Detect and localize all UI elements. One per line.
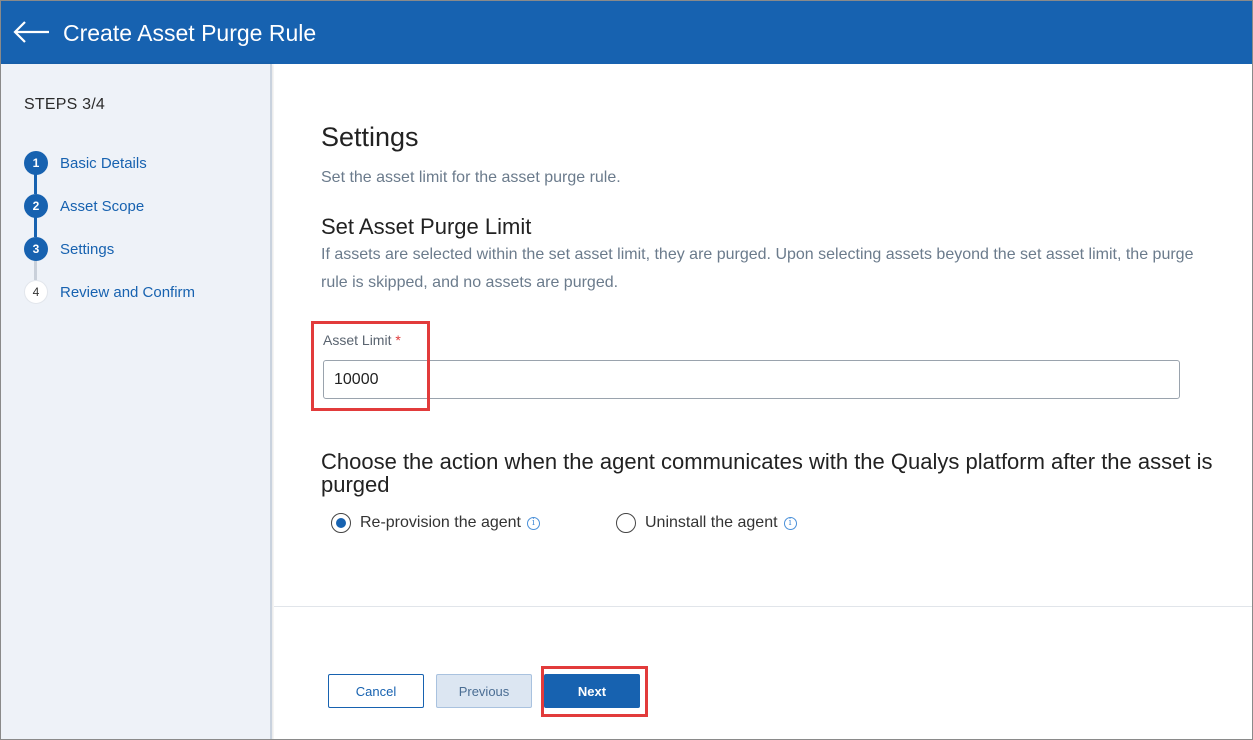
asset-limit-input[interactable] (323, 360, 1180, 399)
main-content: Settings Set the asset limit for the ass… (274, 64, 1252, 739)
step-connector (34, 217, 37, 237)
step-settings[interactable]: 3 Settings (24, 237, 114, 261)
reprovision-radio[interactable] (331, 513, 351, 533)
step-label: Review and Confirm (60, 283, 196, 301)
next-button[interactable]: Next (544, 674, 640, 708)
step-connector (34, 174, 37, 194)
asset-limit-label: Asset Limit * (323, 332, 401, 348)
previous-button[interactable]: Previous (436, 674, 532, 708)
section-heading: Settings (321, 122, 419, 152)
section-subheading: Set the asset limit for the asset purge … (321, 169, 621, 186)
reprovision-label: Re-provision the agent (360, 514, 521, 531)
uninstall-option[interactable]: Uninstall the agent i (616, 512, 797, 534)
step-review-and-confirm[interactable]: 4 Review and Confirm (24, 280, 195, 304)
app-frame: Create Asset Purge Rule STEPS 3/4 1 Basi… (0, 0, 1253, 740)
cancel-button[interactable]: Cancel (328, 674, 424, 708)
step-connector (34, 260, 37, 280)
step-number-badge: 2 (24, 194, 48, 218)
radio-selected-dot (336, 518, 346, 528)
asset-limit-label-text: Asset Limit (323, 332, 392, 348)
step-number-badge: 4 (24, 280, 48, 304)
step-number-badge: 1 (24, 151, 48, 175)
step-asset-scope[interactable]: 2 Asset Scope (24, 194, 144, 218)
action-heading: Choose the action when the agent communi… (321, 449, 1213, 497)
step-label: Basic Details (60, 154, 147, 172)
step-label: Settings (60, 240, 115, 258)
page-title: Create Asset Purge Rule (63, 20, 317, 46)
uninstall-label: Uninstall the agent (645, 514, 778, 531)
steps-sidebar: STEPS 3/4 1 Basic Details 2 Asset Scope … (1, 64, 272, 739)
header-bar: Create Asset Purge Rule (1, 1, 1252, 64)
step-basic-details[interactable]: 1 Basic Details (24, 151, 147, 175)
uninstall-radio[interactable] (616, 513, 636, 533)
step-label: Asset Scope (60, 197, 145, 215)
step-number-badge: 3 (24, 237, 48, 261)
back-arrow-icon[interactable] (13, 17, 51, 47)
info-icon[interactable]: i (526, 516, 540, 530)
footer-divider (274, 606, 1252, 607)
reprovision-option[interactable]: Re-provision the agent i (331, 512, 540, 534)
limit-description: If assets are selected within the set as… (321, 246, 1194, 291)
info-icon[interactable]: i (783, 516, 797, 530)
steps-counter: STEPS 3/4 (24, 96, 105, 113)
required-marker: * (395, 332, 401, 348)
limit-heading: Set Asset Purge Limit (321, 214, 532, 239)
